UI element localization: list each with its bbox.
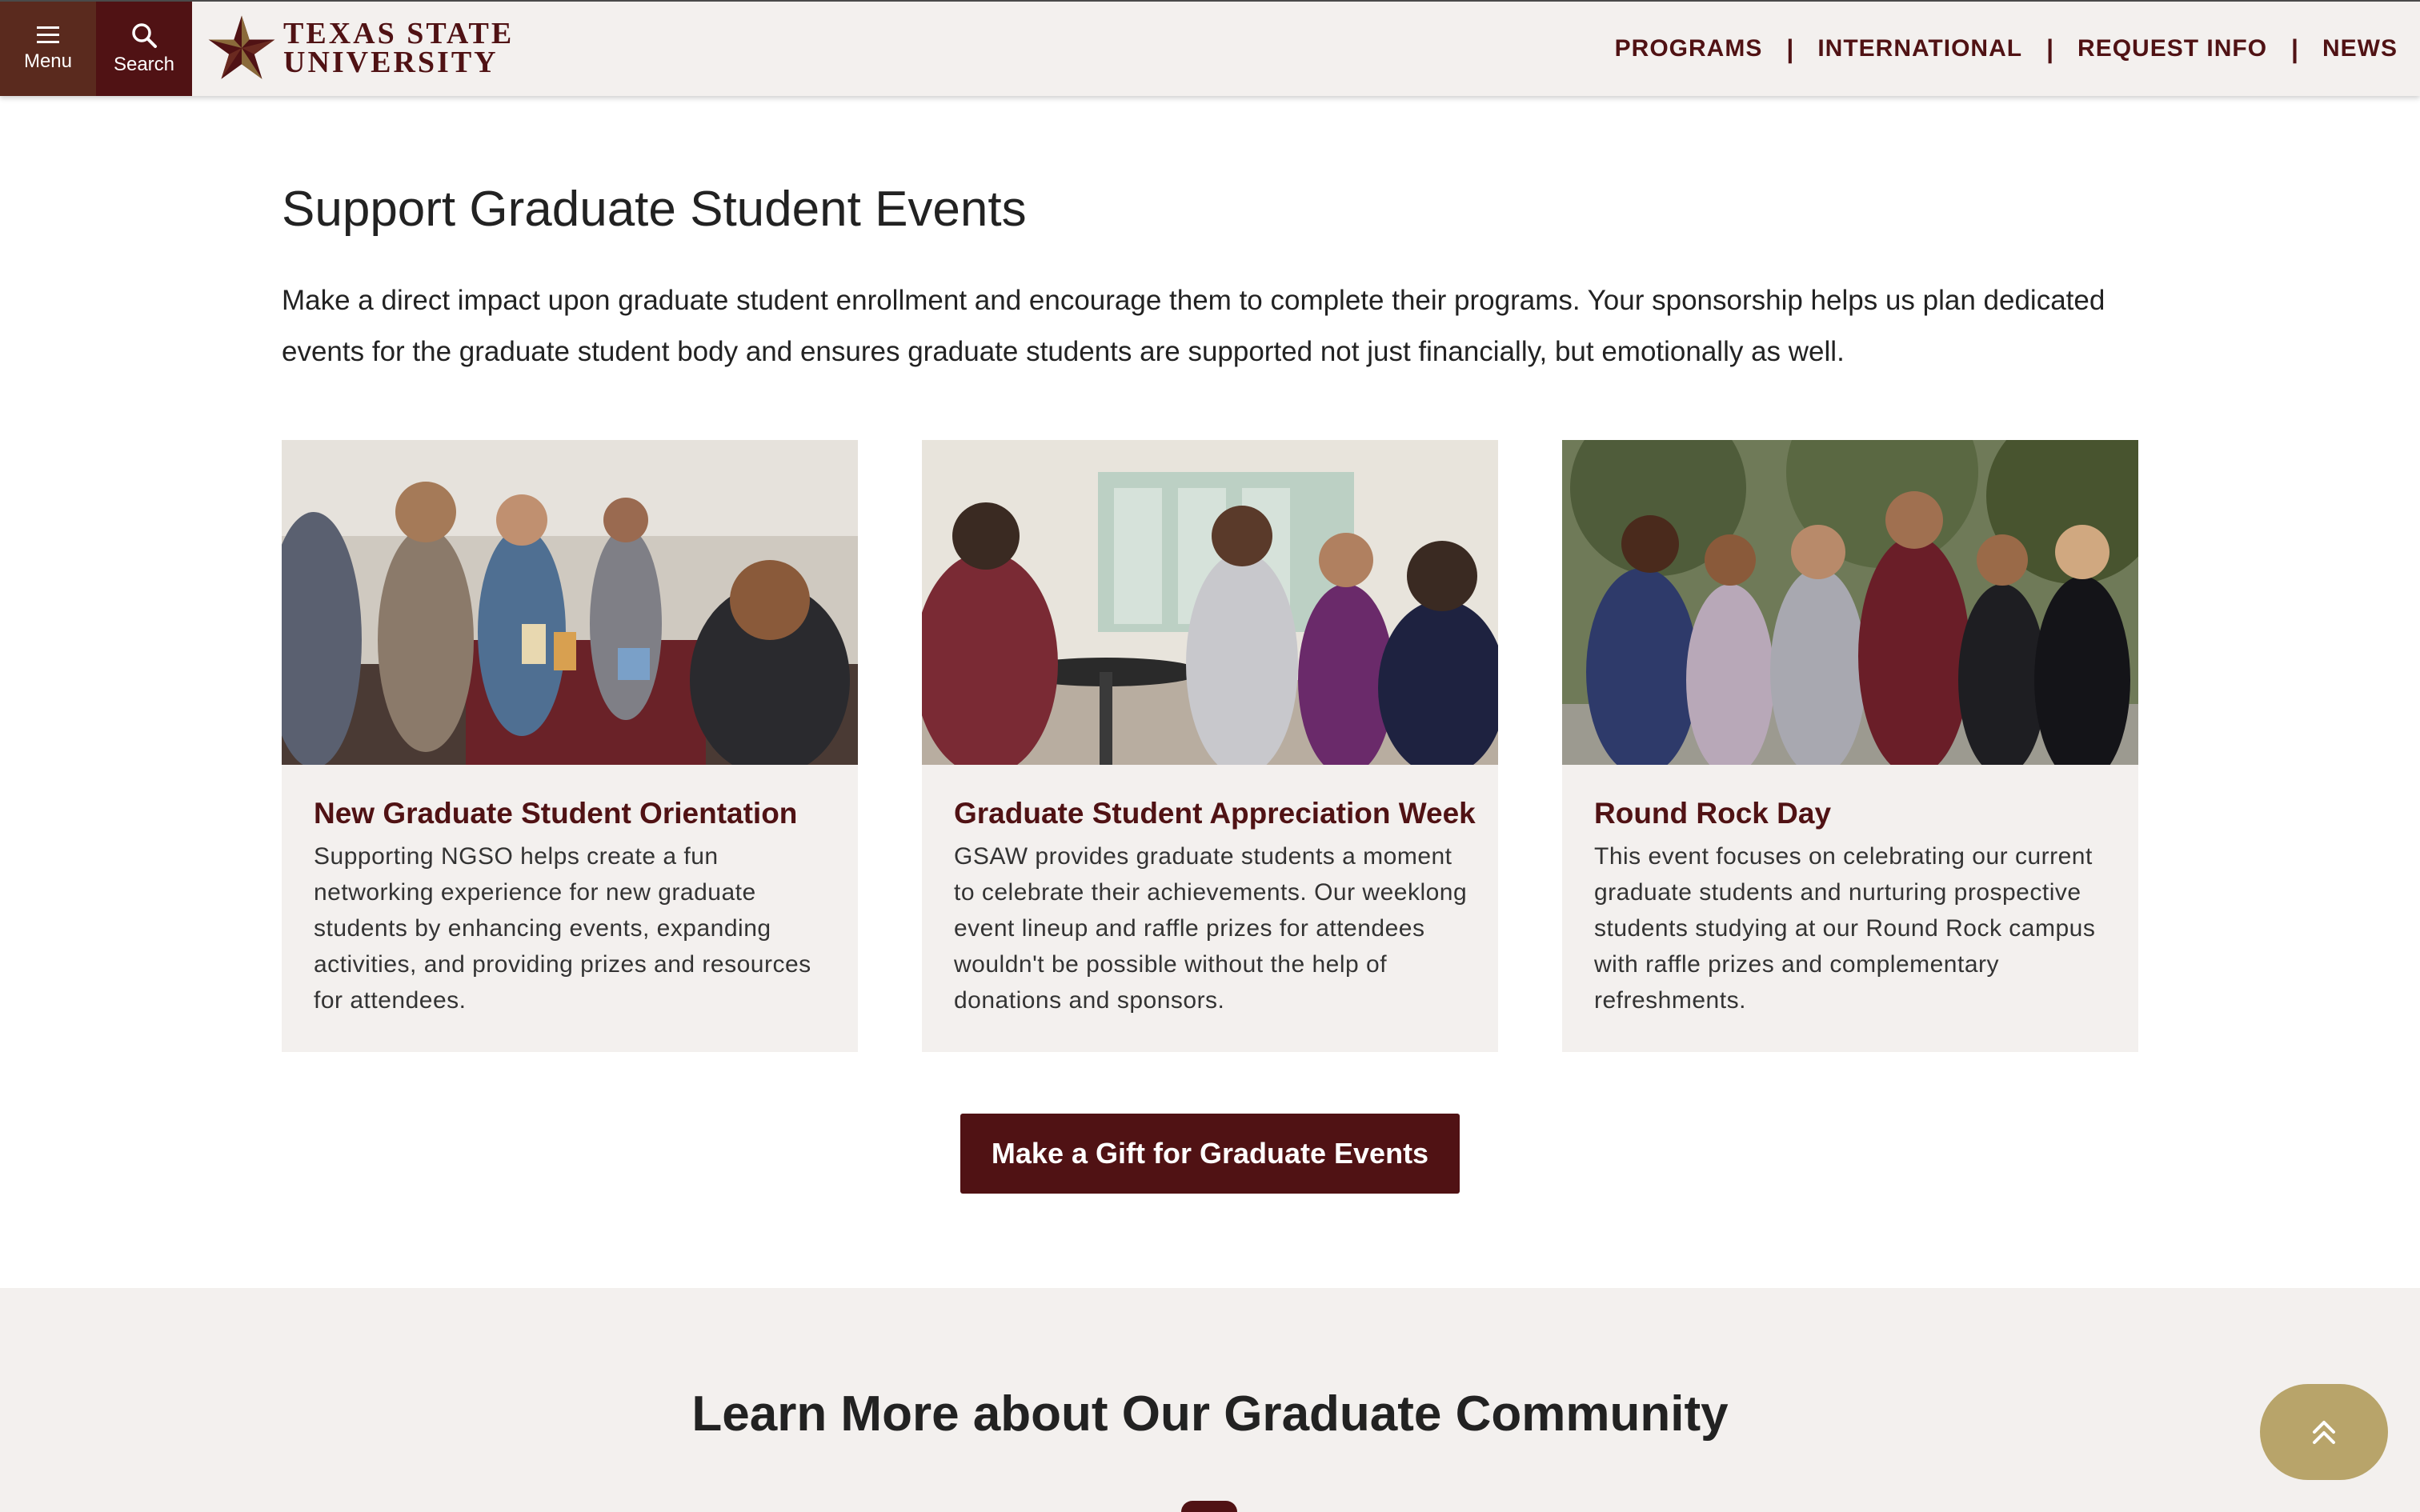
nav-news[interactable]: NEWS — [2322, 35, 2398, 62]
double-chevron-up-icon — [2313, 1421, 2335, 1444]
hamburger-icon — [37, 26, 59, 43]
back-to-top-button[interactable] — [2260, 1384, 2388, 1480]
card-body: Supporting NGSO helps create a fun netwo… — [314, 843, 811, 1014]
logo-wordmark: TEXAS STATE UNIVERSITY — [283, 17, 515, 79]
menu-button[interactable]: Menu — [0, 2, 96, 96]
logo-line-1: TEXAS STATE — [283, 17, 515, 50]
event-photo-orientation — [282, 440, 858, 765]
event-photo-round-rock-day — [1562, 440, 2138, 765]
event-photo-appreciation-week — [922, 440, 1498, 765]
menu-label: Menu — [23, 50, 73, 72]
star-icon — [208, 15, 275, 79]
nav-separator: | — [2046, 34, 2054, 63]
card-body: GSAW provides graduate students a moment… — [954, 843, 1468, 1014]
nav-international[interactable]: INTERNATIONAL — [1817, 35, 2022, 62]
event-card-round-rock: Round Rock Day This event focuses on cel… — [1562, 440, 2138, 1052]
university-logo[interactable]: TEXAS STATE UNIVERSITY — [206, 11, 514, 85]
logo-line-2: UNIVERSITY — [283, 46, 499, 79]
search-button[interactable]: Search — [96, 2, 192, 96]
card-title: New Graduate Student Orientation — [314, 797, 798, 830]
card-body: This event focuses on celebrating our cu… — [1594, 843, 2096, 1014]
nav-programs[interactable]: PROGRAMS — [1615, 35, 1763, 62]
community-section: Learn More about Our Graduate Community — [0, 1288, 2420, 1512]
event-card-ngso: New Graduate Student Orientation Support… — [282, 440, 858, 1052]
top-nav: PROGRAMS | INTERNATIONAL | REQUEST INFO … — [1615, 2, 2398, 96]
make-gift-button[interactable]: Make a Gift for Graduate Events — [960, 1114, 1460, 1194]
intro-paragraph: Make a direct impact upon graduate stude… — [282, 285, 2105, 367]
card-title: Graduate Student Appreciation Week — [954, 797, 1476, 830]
site-header: Menu Search TEXAS STATE UNIVERSITY PROGR… — [0, 0, 2420, 96]
section-title: Support Graduate Student Events — [282, 182, 1027, 237]
nav-separator: | — [2291, 34, 2298, 63]
community-title: Learn More about Our Graduate Community — [691, 1386, 1729, 1442]
card-title: Round Rock Day — [1594, 797, 1832, 830]
search-label: Search — [113, 54, 175, 75]
search-icon — [132, 23, 157, 48]
event-card-gsaw: Graduate Student Appreciation Week GSAW … — [922, 440, 1498, 1052]
shield-icon — [1181, 1501, 1237, 1512]
nav-request-info[interactable]: REQUEST INFO — [2077, 35, 2267, 62]
nav-separator: | — [1786, 34, 1794, 63]
